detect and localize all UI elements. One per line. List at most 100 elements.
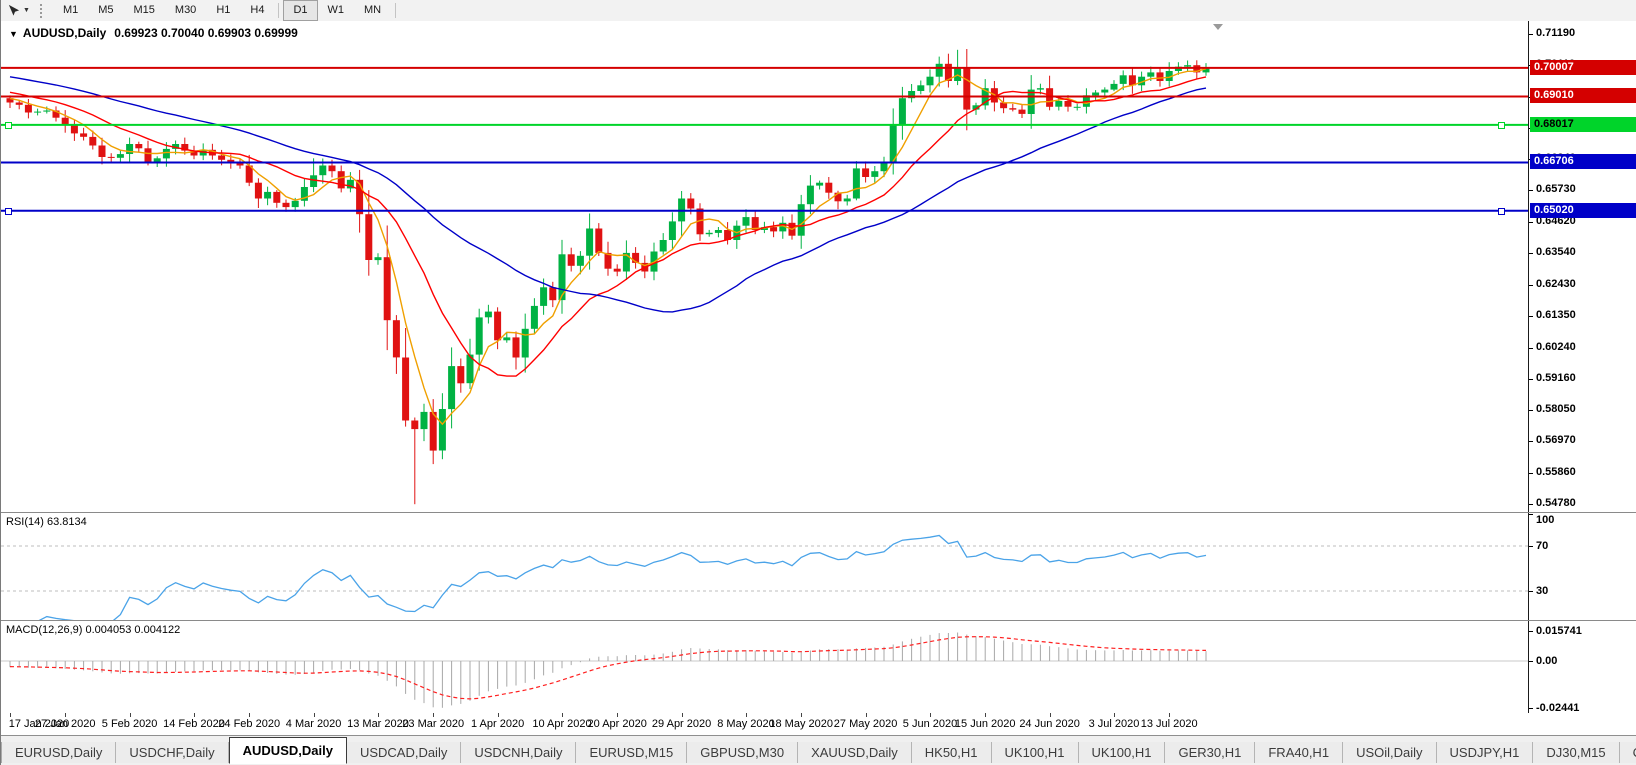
chart-tab-audusd-daily[interactable]: AUDUSD,Daily (229, 737, 347, 764)
date-tickmark (498, 713, 499, 717)
chart-symbol-label: AUDUSD,Daily (23, 26, 106, 40)
collapse-triangle-icon[interactable]: ▼ (9, 29, 18, 39)
chart-tab-uk100-h1[interactable]: UK100,H1 (992, 742, 1079, 763)
date-tick-label: 23 Mar 2020 (397, 718, 469, 730)
macd-axis-tick-label: 0.015741 (1536, 625, 1582, 637)
timeframe-toolbar: ▼ M1M5M15M30H1H4 D1W1MN (1, 0, 1636, 22)
date-tickmark (746, 713, 747, 717)
chart-pointer-tool[interactable]: ▼ (1, 1, 36, 21)
timeframe-button-w1[interactable]: W1 (318, 0, 355, 21)
date-tickmark (617, 713, 618, 717)
chart-tab-usdchf-daily[interactable]: USDCHF,Daily (116, 742, 228, 763)
price-axis-tickmark (1529, 190, 1533, 191)
date-tickmark (10, 713, 11, 717)
price-line-tag: 0.66706 (1530, 154, 1636, 169)
rsi-axis-tickmark (1529, 546, 1533, 547)
chart-tab-eurusd-daily[interactable]: EURUSD,Daily (2, 742, 116, 763)
toolbar-grip[interactable] (40, 4, 45, 18)
line-handle[interactable] (5, 208, 12, 215)
date-tickmark (1050, 713, 1051, 717)
chart-shift-marker-icon[interactable] (1213, 24, 1223, 30)
timeframe-button-d1[interactable]: D1 (283, 0, 317, 21)
price-axis[interactable]: 0.711900.701100.690000.679200.668400.657… (1528, 21, 1636, 512)
date-tick-label: 18 May 2020 (765, 718, 837, 730)
date-tick-label: 24 Jun 2020 (1014, 718, 1086, 730)
date-tickmark (378, 713, 379, 717)
macd-chart (1, 621, 1528, 713)
price-axis-tick-label: 0.56970 (1536, 434, 1576, 446)
price-axis-tickmark (1529, 316, 1533, 317)
date-tickmark (866, 713, 867, 717)
candlestick-chart (1, 21, 1528, 512)
rsi-axis-tick-label: 70 (1536, 540, 1548, 552)
date-tickmark (801, 713, 802, 717)
price-line-tag: 0.69010 (1530, 88, 1636, 103)
date-tick-label: 27 Jan 2020 (29, 718, 101, 730)
chart-tab-usdjpy-h1[interactable]: USDJPY,H1 (1437, 742, 1534, 763)
date-tickmark (1114, 713, 1115, 717)
chart-tab-eurusd-m15[interactable]: EURUSD,M15 (576, 742, 687, 763)
timeframe-button-m5[interactable]: M5 (88, 0, 123, 21)
timeframe-button-h4[interactable]: H4 (240, 0, 274, 21)
chart-tab-usdcnh-daily[interactable]: USDCNH,Daily (461, 742, 576, 763)
chart-tab-xauusd-daily[interactable]: XAUUSD,Daily (798, 742, 912, 763)
date-axis[interactable]: 17 Jan 202027 Jan 20205 Feb 202014 Feb 2… (1, 713, 1636, 736)
line-handle[interactable] (5, 122, 12, 129)
rsi-axis-tickmark (1529, 514, 1533, 515)
chart-tab-gbpusd-m30[interactable]: GBPUSD,M30 (687, 742, 798, 763)
rsi-axis-tick-label: 100 (1536, 514, 1554, 526)
price-chart-panel[interactable]: ▼AUDUSD,Daily0.69923 0.70040 0.69903 0.6… (1, 21, 1636, 513)
price-axis-tickmark (1529, 222, 1533, 223)
price-line-tag: 0.65020 (1530, 203, 1636, 218)
date-tickmark (314, 713, 315, 717)
timeframe-button-h1[interactable]: H1 (206, 0, 240, 21)
date-tickmark (194, 713, 195, 717)
timeframe-button-m1[interactable]: M1 (53, 0, 88, 21)
macd-axis[interactable]: 0.0157410.00-0.02441 (1528, 621, 1636, 713)
timeframe-button-m30[interactable]: M30 (165, 0, 206, 21)
timeframe-button-mn[interactable]: MN (354, 0, 391, 21)
macd-axis-tickmark (1529, 661, 1533, 662)
price-axis-tick-label: 0.58050 (1536, 403, 1576, 415)
line-handle[interactable] (1498, 122, 1505, 129)
rsi-chart (1, 513, 1528, 620)
macd-panel[interactable]: MACD(12,26,9) 0.004053 0.004122 0.015741… (1, 621, 1636, 713)
line-handle[interactable] (1498, 208, 1505, 215)
chart-tab-bar: EURUSD,DailyUSDCHF,DailyAUDUSD,DailyUSDC… (1, 735, 1636, 765)
rsi-axis[interactable]: 100 70 30 (1528, 513, 1636, 620)
date-tick-label: 5 Feb 2020 (94, 718, 166, 730)
chart-tab-china300-h4[interactable]: CHINA300,H4 (1620, 742, 1636, 763)
timeframe-button-m15[interactable]: M15 (124, 0, 165, 21)
chart-tab-dj30-m15[interactable]: DJ30,M15 (1533, 742, 1619, 763)
date-tickmark (985, 713, 986, 717)
rsi-panel[interactable]: RSI(14) 63.8134 100 70 30 (1, 513, 1636, 621)
date-tickmark (1169, 713, 1170, 717)
chart-tab-uk100-h1[interactable]: UK100,H1 (1079, 742, 1166, 763)
chart-tab-usdcad-daily[interactable]: USDCAD,Daily (347, 742, 461, 763)
chart-tab-ger30-h1[interactable]: GER30,H1 (1165, 742, 1255, 763)
rsi-label: RSI(14) 63.8134 (6, 516, 87, 528)
price-axis-tickmark (1529, 34, 1533, 35)
date-tickmark (433, 713, 434, 717)
chart-tab-usoil-daily[interactable]: USOil,Daily (1343, 742, 1436, 763)
trading-terminal: ▼ M1M5M15M30H1H4 D1W1MN ▼ AUDUSD,Daily 0.69… (0, 0, 1636, 765)
macd-axis-tickmark (1529, 631, 1533, 632)
chart-tab-fra40-h1[interactable]: FRA40,H1 (1255, 742, 1343, 763)
price-axis-tickmark (1529, 441, 1533, 442)
chart-tab-hk50-h1[interactable]: HK50,H1 (912, 742, 992, 763)
price-axis-tick-label: 0.62430 (1536, 278, 1576, 290)
date-tick-label: 15 Jun 2020 (949, 718, 1021, 730)
rsi-axis-tick-label: 30 (1536, 585, 1548, 597)
price-axis-tick-label: 0.59160 (1536, 372, 1576, 384)
price-axis-tick-label: 0.71190 (1536, 27, 1575, 39)
price-axis-tickmark (1529, 285, 1533, 286)
date-tickmark (930, 713, 931, 717)
price-axis-tick-label: 0.54780 (1536, 497, 1576, 509)
toolbar-separator (278, 3, 279, 18)
price-axis-tick-label: 0.55860 (1536, 466, 1576, 478)
toolbar-separator (395, 3, 396, 18)
timeframe-buttons: M1M5M15M30H1H4 D1W1MN (53, 0, 400, 21)
chevron-down-icon: ▼ (23, 7, 30, 14)
date-tick-label: 20 Apr 2020 (581, 718, 653, 730)
macd-axis-tick-label: 0.00 (1536, 655, 1557, 667)
